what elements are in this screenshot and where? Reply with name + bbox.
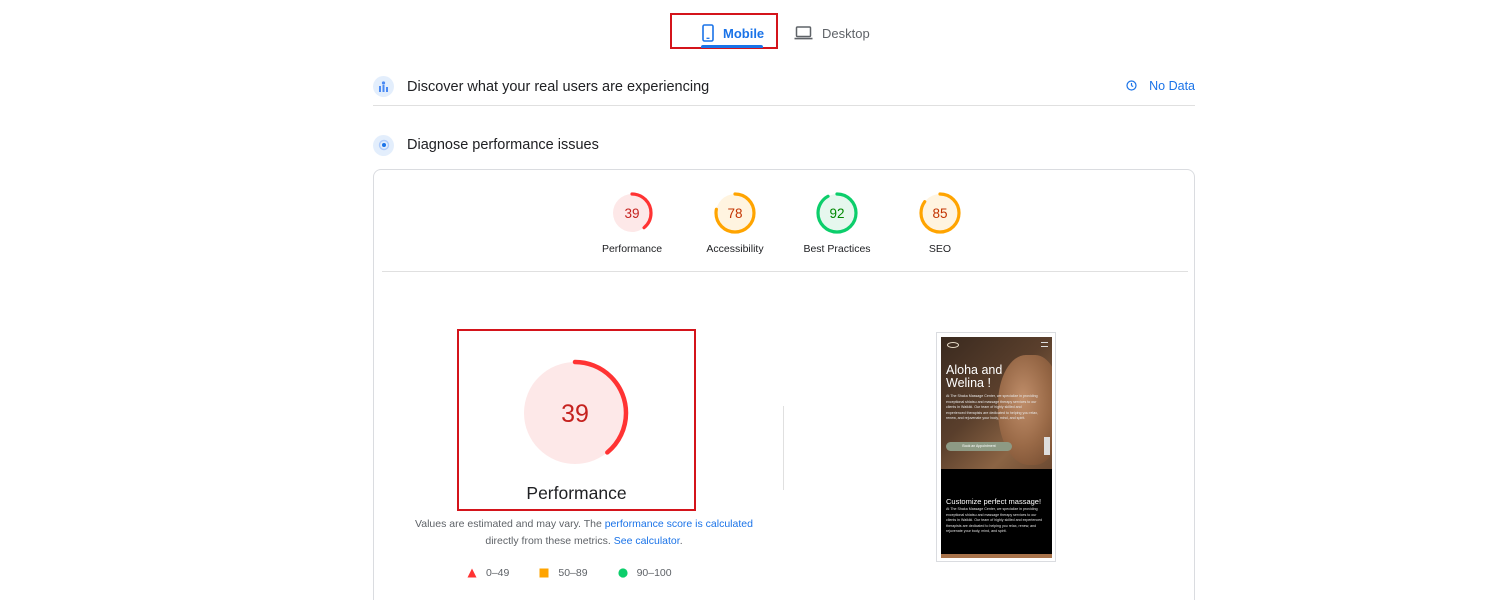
gauge-accessibility-svg: 78 xyxy=(714,192,756,234)
laptop-icon xyxy=(794,26,813,40)
tab-mobile-label: Mobile xyxy=(723,25,765,41)
preview-lower-title: Customize perfect massage! xyxy=(946,497,1042,506)
performance-main-gauge-svg: 39 xyxy=(521,359,629,467)
performance-main-gauge-value: 39 xyxy=(561,400,589,428)
legend-average: 50–89 xyxy=(539,567,588,579)
preview-book-button: Book an Appointment xyxy=(946,442,1012,451)
legend-fail-label: 0–49 xyxy=(486,567,510,579)
gauge-seo[interactable]: 85 SEO xyxy=(888,190,992,255)
preview-hero: Aloha and Welina ! At The Shaka Massage … xyxy=(941,337,1052,469)
users-chart-icon xyxy=(373,76,394,97)
note-text-3: . xyxy=(679,535,683,547)
real-users-title: Discover what your real users are experi… xyxy=(407,78,710,95)
no-data-label: No Data xyxy=(1149,78,1195,93)
gauge-seo-label: SEO xyxy=(928,243,952,255)
gauge-performance[interactable]: 39 Performance xyxy=(580,190,684,255)
preview-menu-icon xyxy=(1041,342,1048,347)
diagnose-title: Diagnose performance issues xyxy=(407,137,599,153)
gauge-performance-value: 39 xyxy=(624,206,639,221)
diagnose-icon xyxy=(373,134,394,156)
report-card: 39 Performance 78 Accessibility 92 Best Pra… xyxy=(373,169,1195,600)
tab-desktop[interactable]: Desktop xyxy=(794,16,870,50)
triangle-icon xyxy=(467,568,477,578)
legend-average-label: 50–89 xyxy=(558,567,588,579)
performance-main-gauge: 39 xyxy=(519,357,631,474)
gauge-performance-label: Performance xyxy=(601,243,663,255)
tab-desktop-label: Desktop xyxy=(822,25,870,41)
legend-pass-label: 90–100 xyxy=(636,567,672,579)
circle-icon xyxy=(617,568,628,578)
clock-icon xyxy=(1126,80,1137,91)
gauge-best-practices-svg: 92 xyxy=(816,192,858,234)
gauge-seo-value: 85 xyxy=(932,206,947,221)
note-text-2: directly from these metrics. xyxy=(485,535,614,547)
phone-icon xyxy=(702,24,714,42)
score-gauges-row: 39 Performance 78 Accessibility 92 Best Pra… xyxy=(382,170,1188,272)
performance-highlight-box: 39 Performance xyxy=(457,329,696,511)
page-screenshot-preview[interactable]: Aloha and Welina ! At The Shaka Massage … xyxy=(936,332,1056,562)
vertical-divider xyxy=(783,406,784,490)
performance-main-label: Performance xyxy=(526,483,627,503)
square-icon xyxy=(539,568,549,578)
active-tab-indicator xyxy=(701,45,763,48)
preview-logo xyxy=(947,342,959,348)
legend-pass: 90–100 xyxy=(617,567,672,579)
gauge-accessibility-label: Accessibility xyxy=(706,243,764,255)
note-text-1: Values are estimated and may vary. The xyxy=(415,518,605,530)
phone-screenshot: Aloha and Welina ! At The Shaka Massage … xyxy=(941,337,1052,558)
gauge-seo-svg: 85 xyxy=(919,192,961,234)
score-calculated-link[interactable]: performance score is calculated xyxy=(605,518,753,530)
gauge-best-practices-label: Best Practices xyxy=(803,243,871,255)
score-note: Values are estimated and may vary. The p… xyxy=(394,516,774,550)
diagnose-section: Diagnose performance issues xyxy=(373,132,1195,158)
device-tabs: Mobile Desktop xyxy=(670,12,900,50)
real-users-section[interactable]: Discover what your real users are experi… xyxy=(373,68,1195,106)
gauge-best-practices[interactable]: 92 Best Practices xyxy=(785,190,889,255)
no-data-status[interactable]: No Data xyxy=(1126,79,1195,95)
gauge-performance-svg: 39 xyxy=(611,192,653,234)
gauge-accessibility-value: 78 xyxy=(727,206,742,221)
see-calculator-link[interactable]: See calculator xyxy=(614,535,680,547)
preview-side-widget xyxy=(1044,437,1050,455)
score-legend: 0–49 50–89 90–100 xyxy=(467,567,702,579)
gauge-accessibility[interactable]: 78 Accessibility xyxy=(683,190,787,255)
preview-bottom-strip xyxy=(941,554,1052,558)
legend-fail: 0–49 xyxy=(467,567,509,579)
preview-lower-text: At The Shaka Massage Center, we speciali… xyxy=(946,507,1043,533)
preview-hero-text: At The Shaka Massage Center, we speciali… xyxy=(946,394,1039,420)
gauge-best-practices-value: 92 xyxy=(829,206,844,221)
preview-hero-title: Aloha and Welina ! xyxy=(946,363,1003,390)
